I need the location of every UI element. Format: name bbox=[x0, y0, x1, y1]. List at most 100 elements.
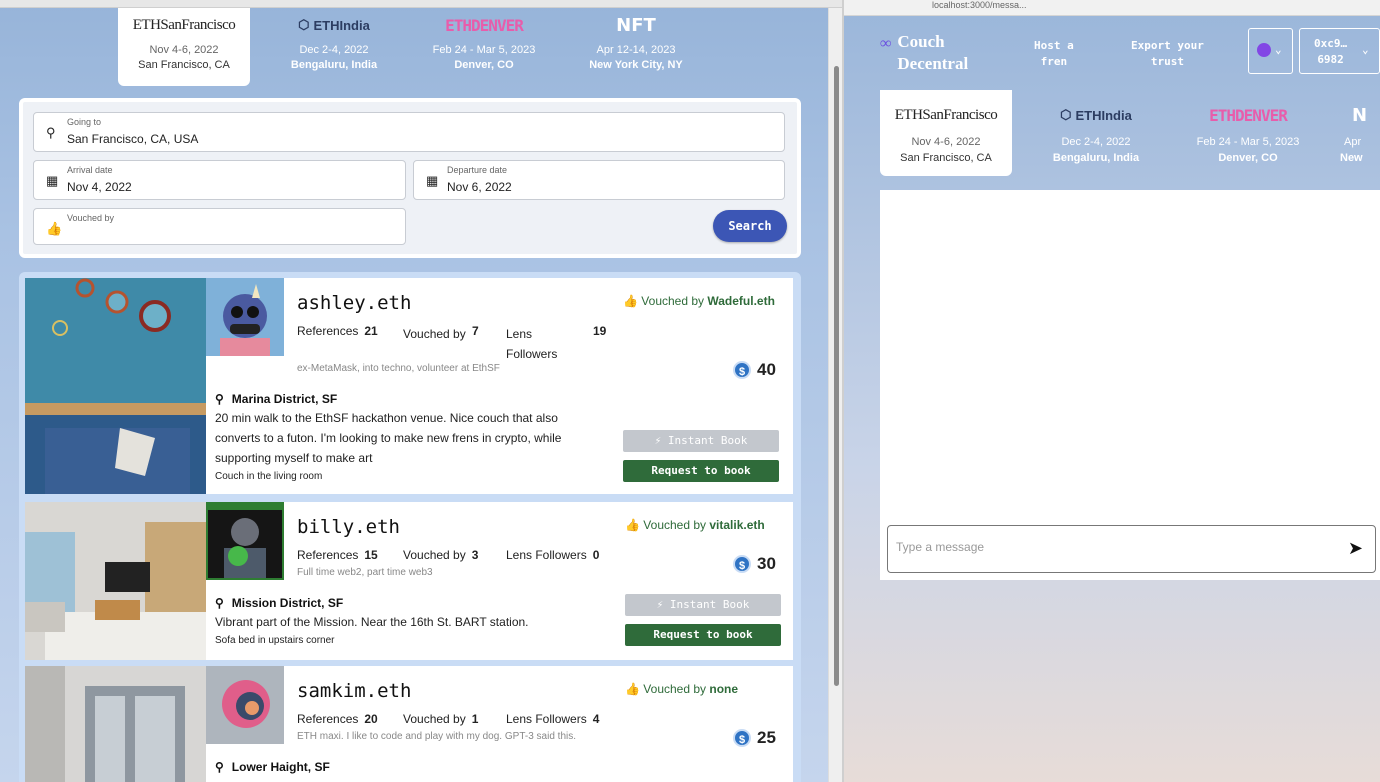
chevron-down-icon: ⌄ bbox=[1275, 43, 1282, 56]
sleeping-arrangement: Sofa bed in upstairs corner bbox=[215, 635, 335, 646]
vouched-stat: Vouched by 1 bbox=[403, 712, 479, 726]
host-bio: ETH maxi. I like to code and play with m… bbox=[297, 731, 577, 742]
network-selector[interactable]: ⌄ bbox=[1248, 28, 1293, 74]
going-to-label: Going to bbox=[67, 117, 102, 127]
host-name[interactable]: billy.eth bbox=[297, 516, 400, 538]
instant-book-button[interactable]: ⚡ Instant Book bbox=[623, 430, 779, 452]
host-bio: Full time web2, part time web3 bbox=[297, 567, 433, 578]
event-tab-ethsf[interactable]: ETHSanFrancisco Nov 4-6, 2022 San Franci… bbox=[118, 8, 250, 86]
usdc-coin-icon: $ bbox=[733, 555, 751, 573]
event-city: Denver, CO bbox=[454, 59, 514, 71]
thumbs-up-icon: 👍 bbox=[623, 294, 638, 308]
lens-followers-count: 19 bbox=[593, 324, 607, 338]
thumbs-up-icon: 👍 bbox=[625, 682, 640, 696]
request-to-book-button[interactable]: Request to book bbox=[623, 460, 779, 482]
event-city: New York City, NY bbox=[589, 59, 683, 71]
request-to-book-button[interactable]: Request to book bbox=[625, 624, 781, 646]
send-icon[interactable]: ➤ bbox=[1348, 538, 1363, 559]
going-to-field[interactable]: ⚲ Going to San Francisco, CA, USA bbox=[33, 112, 785, 152]
event-tab-ethdenver[interactable]: ETHDENVER Feb 24 - Mar 5, 2023 Denver, C… bbox=[418, 8, 550, 86]
voucher-link[interactable]: Wadeful.eth bbox=[707, 294, 775, 308]
vouched-by-label: Vouched by bbox=[67, 213, 115, 223]
listing-card[interactable]: ashley.eth References 21 Vouched by 7 Len… bbox=[25, 278, 793, 494]
vouched-stat: Vouched by 3 bbox=[403, 548, 479, 562]
location-pin-icon: ⚲ bbox=[215, 596, 224, 610]
message-box[interactable]: ➤ bbox=[887, 525, 1376, 573]
host-a-fren-link[interactable]: Host a fren bbox=[1034, 38, 1074, 70]
lightning-icon: ⚡ bbox=[654, 434, 662, 447]
left-browser-window: ETHSanFrancisco Nov 4-6, 2022 San Franci… bbox=[0, 0, 842, 782]
listing-card[interactable]: billy.eth References 15 Vouched by 3 Lens … bbox=[25, 502, 793, 660]
voucher-link[interactable]: vitalik.eth bbox=[709, 518, 764, 532]
listing-card[interactable]: samkim.eth References 20 Vouched by 1 Lens… bbox=[25, 666, 793, 782]
event-tab-nft[interactable]: NFT Apr 12-14, 2023 New York City, NY bbox=[570, 8, 702, 86]
lens-followers-stat: Lens Followers bbox=[506, 327, 558, 361]
event-logo: ⬡ ETHIndia bbox=[298, 17, 370, 33]
event-tabs: ETHSanFrancisco Nov 4-6, 2022 San Franci… bbox=[880, 90, 1380, 176]
vouched-by-badge: 👍 Vouched by Wadeful.eth bbox=[623, 294, 775, 308]
listing-photo bbox=[25, 666, 206, 782]
lens-followers-stat: Lens Followers 0 bbox=[506, 548, 600, 562]
host-name[interactable]: ashley.eth bbox=[297, 292, 411, 314]
event-city: San Francisco, CA bbox=[900, 152, 992, 164]
export-your-trust-link[interactable]: Export your trust bbox=[1131, 38, 1204, 70]
going-to-value: San Francisco, CA, USA bbox=[67, 132, 199, 146]
event-dates: Apr bbox=[1344, 136, 1362, 148]
voucher-link[interactable]: none bbox=[709, 682, 738, 696]
address-bar[interactable]: localhost:3000/messa... bbox=[932, 0, 1112, 10]
vouched-by-field[interactable]: 👍 Vouched by bbox=[33, 208, 406, 245]
host-avatar bbox=[206, 278, 284, 356]
event-tab-ethindia[interactable]: ⬡ ETHIndia Dec 2-4, 2022 Bengaluru, India bbox=[268, 8, 400, 86]
listing-list: ashley.eth References 21 Vouched by 7 Len… bbox=[19, 272, 801, 782]
listing-location: ⚲ Marina District, SF bbox=[215, 392, 338, 406]
thumbs-up-icon: 👍 bbox=[46, 221, 63, 236]
message-input[interactable] bbox=[896, 540, 1316, 554]
arrival-date-field[interactable]: ▦ Arrival date Nov 4, 2022 bbox=[33, 160, 406, 200]
scrollbar-thumb[interactable] bbox=[834, 66, 839, 686]
location-pin-icon: ⚲ bbox=[46, 125, 56, 140]
instant-book-button[interactable]: ⚡ Instant Book bbox=[625, 594, 781, 616]
host-avatar bbox=[206, 502, 284, 580]
calendar-icon: ▦ bbox=[46, 173, 59, 188]
listing-location: ⚲ Lower Haight, SF bbox=[215, 760, 330, 774]
price: $ 25 bbox=[733, 728, 776, 748]
price: $ 40 bbox=[733, 360, 776, 380]
vouched-count: 7 bbox=[472, 324, 479, 338]
event-logo: ETHDENVER bbox=[1209, 105, 1288, 125]
thumbs-up-icon: 👍 bbox=[625, 518, 640, 532]
event-city: New bbox=[1340, 152, 1363, 164]
event-logo: N bbox=[1352, 104, 1368, 126]
event-logo: ETHSanFrancisco bbox=[894, 106, 998, 123]
lens-followers-stat: Lens Followers 4 bbox=[506, 712, 600, 726]
event-logo: NFT bbox=[616, 14, 656, 36]
ethindia-icon: ⬡ bbox=[298, 17, 310, 32]
location-pin-icon: ⚲ bbox=[215, 392, 224, 406]
app-brand[interactable]: ∞ Couch Decentral bbox=[880, 31, 968, 75]
usdc-coin-icon: $ bbox=[733, 361, 751, 379]
event-dates: Feb 24 - Mar 5, 2023 bbox=[1196, 136, 1300, 148]
host-name[interactable]: samkim.eth bbox=[297, 680, 411, 702]
listing-description: Vibrant part of the Mission. Near the 16… bbox=[215, 615, 529, 629]
event-dates: Apr 12-14, 2023 bbox=[596, 44, 676, 56]
host-stats: References 20 Vouched by 1 Lens Followers 4 bbox=[297, 712, 617, 730]
event-tab-ethdenver[interactable]: ETHDENVER Feb 24 - Mar 5, 2023 Denver, C… bbox=[1182, 90, 1314, 176]
event-dates: Dec 2-4, 2022 bbox=[299, 44, 369, 56]
departure-date-value: Nov 6, 2022 bbox=[447, 180, 512, 194]
host-bio: ex-MetaMask, into techno, volunteer at E… bbox=[297, 363, 500, 374]
event-tab-nft[interactable]: N Apr New bbox=[1322, 90, 1380, 176]
wallet-selector[interactable]: 0xc9… 6982 ⌄ bbox=[1299, 28, 1380, 74]
listing-photo bbox=[25, 502, 206, 660]
event-tab-ethindia[interactable]: ⬡ ETHIndia Dec 2-4, 2022 Bengaluru, India bbox=[1030, 90, 1162, 176]
event-tab-ethsf[interactable]: ETHSanFrancisco Nov 4-6, 2022 San Franci… bbox=[880, 90, 1012, 176]
location-pin-icon: ⚲ bbox=[215, 760, 224, 774]
search-button[interactable]: Search bbox=[713, 210, 787, 242]
references-stat: References 15 bbox=[297, 548, 378, 562]
chevron-down-icon: ⌄ bbox=[1362, 43, 1369, 56]
brand-line-2: Decentral bbox=[897, 54, 969, 73]
event-dates: Dec 2-4, 2022 bbox=[1061, 136, 1131, 148]
event-dates: Nov 4-6, 2022 bbox=[911, 136, 981, 148]
arrival-date-value: Nov 4, 2022 bbox=[67, 180, 132, 194]
listing-description: 20 min walk to the EthSF hackathon venue… bbox=[215, 411, 562, 465]
departure-date-field[interactable]: ▦ Departure date Nov 6, 2022 bbox=[413, 160, 785, 200]
scrollbar[interactable] bbox=[828, 8, 842, 782]
